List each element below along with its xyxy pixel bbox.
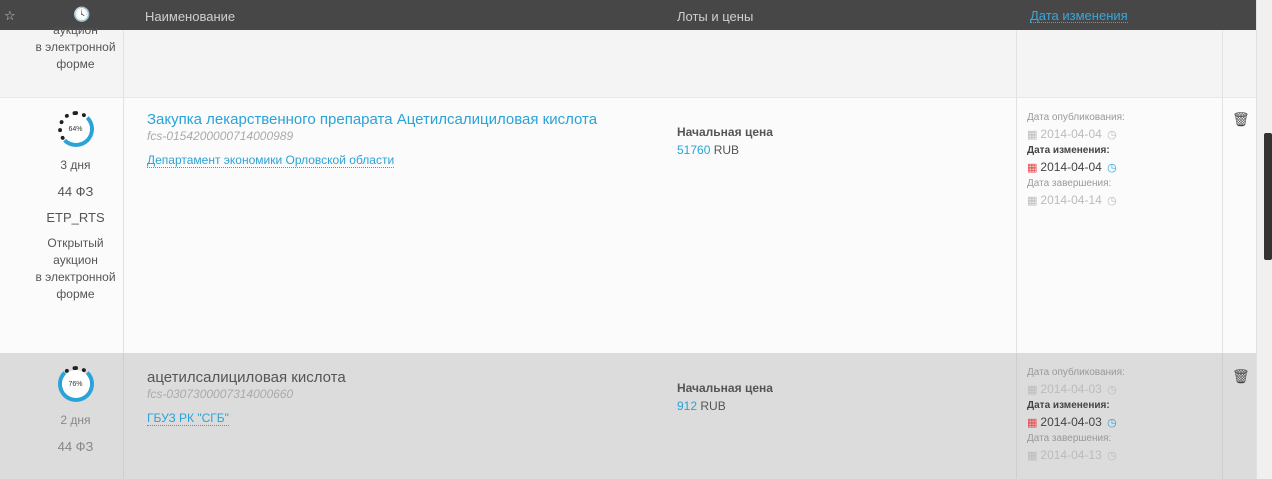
- published-label: Дата опубликования:: [1027, 367, 1125, 378]
- row-info-cell: 64% 3 дня 44 ФЗ ETP_RTS Открытый аукцион…: [28, 98, 124, 353]
- published-label: Дата опубликования:: [1027, 112, 1125, 123]
- price-label: Начальная цена: [677, 125, 773, 139]
- trash-icon[interactable]: 🗑: [1232, 111, 1250, 128]
- row-star-cell: [0, 98, 28, 353]
- row-delete-cell: 🗑: [1224, 98, 1256, 353]
- changed-label: Дата изменения:: [1027, 400, 1110, 411]
- table-header: ☆ 🕓 Наименование Лоты и цены Дата измене…: [0, 0, 1256, 30]
- law-type: 44 ФЗ: [57, 439, 94, 454]
- procedure-type: Открытый: [47, 236, 104, 250]
- calendar-icon: ▦: [1027, 417, 1038, 429]
- row-name-cell: ацетилсалициловая кислота fcs-0307300007…: [125, 353, 661, 479]
- star-icon[interactable]: ☆: [4, 8, 16, 24]
- changed-date: ▦ 2014-04-03 ◷: [1027, 413, 1222, 432]
- row-lots-cell: Начальная цена 912 RUB: [661, 353, 1015, 479]
- changed-date-value: 2014-04-04: [1040, 160, 1102, 174]
- row-info-cell: аукцион в электронной форме: [28, 23, 124, 97]
- procedure-type: форме: [56, 287, 95, 301]
- table-row: аукцион в электронной форме: [0, 23, 1256, 97]
- row-lots-cell: [661, 30, 1015, 97]
- row-lots-cell: Начальная цена 51760 RUB: [661, 98, 1015, 353]
- column-header-lots: Лоты и цены: [677, 9, 754, 24]
- published-date: ▦ 2014-04-03 ◷: [1027, 380, 1222, 399]
- row-info-cell: 76% 2 дня 44 ФЗ: [28, 353, 124, 479]
- registration-number: fcs-0154200000714000989: [147, 129, 294, 143]
- procedure-type: аукцион: [53, 253, 98, 267]
- published-date-value: 2014-04-03: [1040, 382, 1102, 396]
- purchase-title[interactable]: ацетилсалициловая кислота: [147, 369, 661, 386]
- changed-date: ▦ 2014-04-04 ◷: [1027, 158, 1222, 177]
- days-left: 3 дня: [60, 158, 91, 172]
- scrollbar-thumb[interactable]: [1264, 133, 1272, 260]
- clock-icon: ◷: [1107, 162, 1117, 174]
- time-progress-ring: 76%: [57, 366, 94, 402]
- end-date: ▦ 2014-04-14 ◷: [1027, 191, 1222, 210]
- platform-name: ETP_RTS: [46, 210, 105, 225]
- row-dates-cell: Дата опубликования: ▦ 2014-04-03 ◷ Дата и…: [1016, 353, 1223, 479]
- end-date-value: 2014-04-14: [1040, 193, 1102, 207]
- clock-icon[interactable]: 🕓: [73, 6, 90, 23]
- price-amount[interactable]: 912: [677, 399, 697, 413]
- end-date-value: 2014-04-13: [1040, 448, 1102, 462]
- progress-percent: 64%: [61, 115, 90, 143]
- procedure-type: в электронной: [35, 40, 116, 54]
- price-label: Начальная цена: [677, 381, 773, 395]
- row-delete-cell: [1224, 30, 1256, 97]
- procedure-type: форме: [56, 57, 95, 71]
- published-date: ▦ 2014-04-04 ◷: [1027, 125, 1222, 144]
- price-value: 912 RUB: [677, 399, 1015, 413]
- price-currency: RUB: [700, 399, 726, 413]
- table-row: 76% 2 дня 44 ФЗ ацетилсалициловая кислот…: [0, 353, 1256, 479]
- calendar-icon: ▦: [1027, 450, 1038, 462]
- customer-link[interactable]: Департамент экономики Орловской области: [147, 154, 395, 168]
- law-type: 44 ФЗ: [57, 184, 94, 199]
- time-progress-ring: 64%: [57, 111, 94, 147]
- price-value: 51760 RUB: [677, 143, 1015, 157]
- days-left: 2 дня: [60, 413, 91, 427]
- registration-number: fcs-0307300007314000660: [147, 387, 294, 401]
- table-row: 64% 3 дня 44 ФЗ ETP_RTS Открытый аукцион…: [0, 97, 1256, 353]
- row-dates-cell: Дата опубликования: ▦ 2014-04-04 ◷ Дата и…: [1016, 98, 1223, 353]
- progress-percent: 76%: [61, 370, 90, 398]
- purchase-title-link[interactable]: Закупка лекарственного препарата Ацетилс…: [147, 111, 661, 128]
- published-date-value: 2014-04-04: [1040, 127, 1102, 141]
- row-star-cell: [0, 30, 28, 97]
- procedure-type: аукцион: [53, 23, 98, 37]
- trash-icon[interactable]: 🗑: [1232, 368, 1250, 385]
- end-label: Дата завершения:: [1027, 178, 1112, 189]
- row-name-cell: [125, 30, 661, 97]
- end-label: Дата завершения:: [1027, 433, 1112, 444]
- price-amount[interactable]: 51760: [677, 143, 710, 157]
- clock-icon: ◷: [1107, 417, 1117, 429]
- clock-icon: ◷: [1107, 384, 1117, 396]
- changed-date-value: 2014-04-03: [1040, 415, 1102, 429]
- column-header-name: Наименование: [145, 9, 236, 24]
- clock-icon: ◷: [1107, 450, 1117, 462]
- calendar-icon: ▦: [1027, 162, 1038, 174]
- row-delete-cell: 🗑: [1224, 353, 1256, 479]
- clock-icon: ◷: [1107, 195, 1117, 207]
- calendar-icon: ▦: [1027, 384, 1038, 396]
- row-dates-cell: [1016, 30, 1223, 97]
- procedure-type: в электронной: [35, 270, 116, 284]
- end-date: ▦ 2014-04-13 ◷: [1027, 446, 1222, 465]
- calendar-icon: ▦: [1027, 129, 1038, 141]
- changed-label: Дата изменения:: [1027, 145, 1110, 156]
- calendar-icon: ▦: [1027, 195, 1038, 207]
- clock-icon: ◷: [1107, 129, 1117, 141]
- row-star-cell: [0, 353, 28, 479]
- price-currency: RUB: [713, 143, 740, 157]
- column-header-date-changed[interactable]: Дата изменения: [1030, 9, 1128, 23]
- row-name-cell: Закупка лекарственного препарата Ацетилс…: [125, 98, 661, 353]
- customer-link[interactable]: ГБУЗ РК "СГБ": [147, 412, 229, 426]
